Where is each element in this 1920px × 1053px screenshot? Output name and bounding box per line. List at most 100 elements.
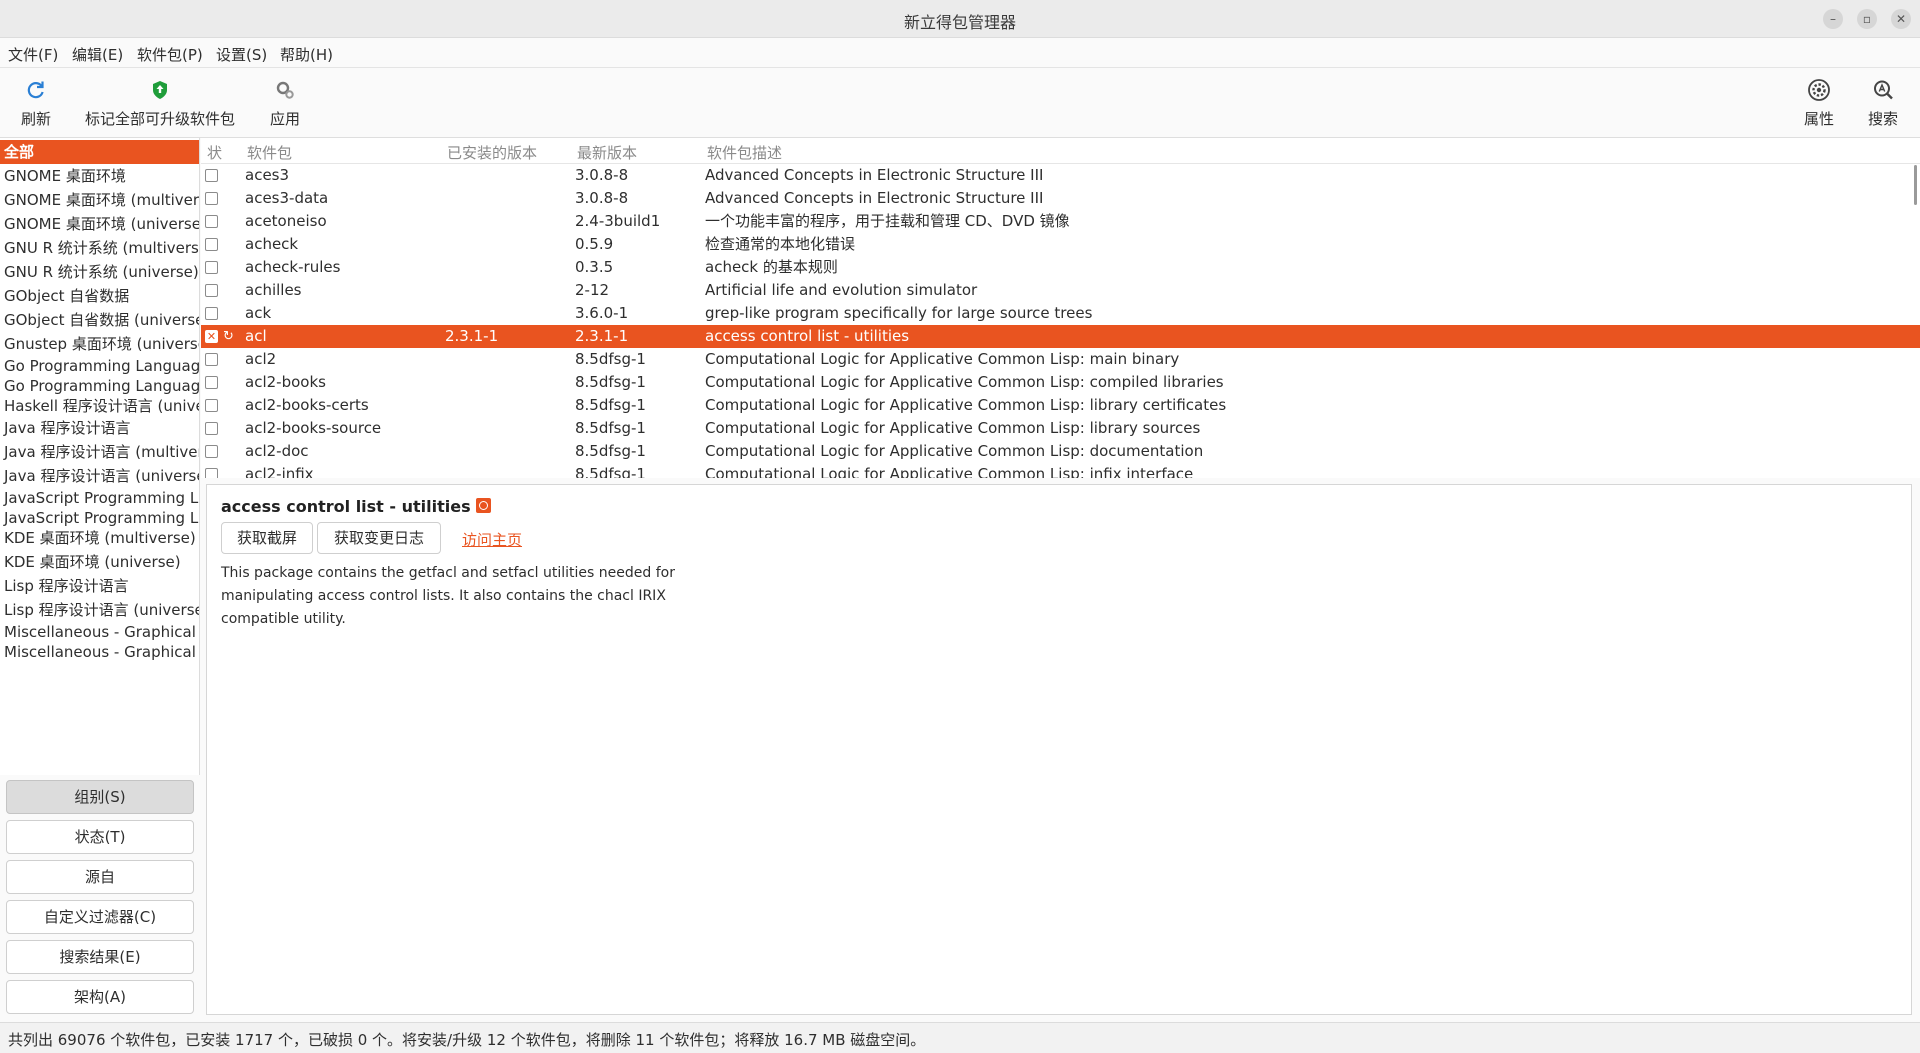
package-checkbox[interactable] [205, 307, 218, 320]
package-description: Computational Logic for Applicative Comm… [705, 419, 1201, 437]
column-latest-version[interactable]: 最新版本 [577, 142, 637, 163]
latest-version: 0.3.5 [575, 258, 614, 276]
package-list-header: 状 软件包 已安装的版本 最新版本 软件包描述 [201, 138, 1920, 164]
package-list: 状 软件包 已安装的版本 最新版本 软件包描述 aces3 3.0.8-8 Adva… [201, 138, 1920, 478]
package-checkbox[interactable] [205, 376, 218, 389]
package-checkbox[interactable]: ✕ [205, 330, 218, 343]
package-row[interactable]: acetoneiso 2.4-3build1 一个功能丰富的程序，用于挂载和管理 C… [201, 210, 1920, 233]
package-description: 一个功能丰富的程序，用于挂载和管理 CD、DVD 镜像 [705, 212, 1070, 230]
section-item[interactable]: GObject 自省数据 (universe) [0, 308, 199, 332]
filter-button[interactable]: 自定义过滤器(C) [6, 900, 194, 934]
mark-all-label: 标记全部可升级软件包 [84, 110, 235, 128]
latest-version: 8.5dfsg-1 [575, 373, 646, 391]
refresh-icon [27, 81, 44, 99]
package-description: 检查通常的本地化错误 [705, 235, 856, 253]
package-checkbox[interactable] [205, 215, 218, 228]
details-description: This package contains the getfacl and se… [221, 565, 675, 627]
filter-button[interactable]: 搜索结果(E) [6, 940, 194, 974]
package-row[interactable]: acl2-books 8.5dfsg-1 Computational Logic f… [201, 371, 1920, 394]
section-item[interactable]: KDE 桌面环境 (universe) [0, 550, 199, 574]
apply-button[interactable]: 应用 [262, 68, 308, 138]
package-checkbox[interactable] [205, 284, 218, 297]
package-row[interactable]: aces3 3.0.8-8 Advanced Concepts in Electro… [201, 164, 1920, 187]
package-row[interactable]: achilles 2-12 Artificial life and evolutio… [201, 279, 1920, 302]
section-item[interactable]: GNU R 统计系统 (multiverse) [0, 236, 199, 260]
section-item[interactable]: GNOME 桌面环境 (multiverse) [0, 188, 199, 212]
section-item[interactable]: Lisp 程序设计语言 [0, 574, 199, 598]
visit-homepage-link[interactable]: 访问主页 [462, 529, 522, 550]
filter-button[interactable]: 状态(T) [6, 820, 194, 854]
section-item[interactable]: Miscellaneous - Graphical (multiverse) [0, 640, 199, 664]
column-description[interactable]: 软件包描述 [707, 142, 782, 163]
mark-all-upgrades-button[interactable]: 标记全部可升级软件包 [84, 68, 236, 138]
package-name: acheck [245, 235, 299, 253]
package-name: acetoneiso [245, 212, 327, 230]
package-description: Artificial life and evolution simulator [705, 281, 978, 299]
settings-gear-icon [1808, 79, 1830, 101]
section-item[interactable]: KDE 桌面环境 (multiverse) [0, 526, 199, 550]
section-item[interactable]: GNOME 桌面环境 [0, 164, 199, 188]
filter-button[interactable]: 组别(S) [6, 780, 194, 814]
latest-version: 3.0.8-8 [575, 166, 629, 184]
package-list-scrollbar[interactable] [1914, 165, 1917, 205]
package-row[interactable]: aces3-data 3.0.8-8 Advanced Concepts in El… [201, 187, 1920, 210]
package-checkbox[interactable] [205, 399, 218, 412]
filter-button[interactable]: 架构(A) [6, 980, 194, 1014]
maximize-button[interactable]: ▫ [1857, 9, 1877, 29]
window-title: 新立得包管理器 [903, 13, 1016, 32]
menu-help[interactable]: 帮助(H) [280, 44, 333, 65]
section-item[interactable]: GNU R 统计系统 (universe) [0, 260, 199, 284]
section-item[interactable]: GObject 自省数据 [0, 284, 199, 308]
package-checkbox[interactable] [205, 261, 218, 274]
section-item[interactable]: Lisp 程序设计语言 (universe) [0, 598, 199, 622]
package-row[interactable]: ✕ ↻ acl 2.3.1-1 2.3.1-1 access control list -… [201, 325, 1920, 348]
latest-version: 0.5.9 [575, 235, 614, 253]
package-row[interactable]: acheck-rules 0.3.5 acheck 的基本规则 [201, 256, 1920, 279]
column-package[interactable]: 软件包 [247, 142, 292, 163]
package-row[interactable]: acl2-doc 8.5dfsg-1 Computational Logic for… [201, 440, 1920, 463]
package-row[interactable]: acl2 8.5dfsg-1 Computational Logic for App… [201, 348, 1920, 371]
package-row[interactable]: acl2-books-certs 8.5dfsg-1 Computational L… [201, 394, 1920, 417]
filter-button[interactable]: 源自 [6, 860, 194, 894]
menu-file[interactable]: 文件(F) [8, 44, 58, 65]
reload-label: 刷新 [20, 110, 51, 128]
reload-button[interactable]: 刷新 [10, 68, 62, 138]
details-title-text: access control list - utilities [221, 497, 471, 516]
section-item[interactable]: Java 程序设计语言 (universe) [0, 464, 199, 488]
reinstall-status-icon: ↻ [223, 329, 234, 344]
section-item[interactable]: GNOME 桌面环境 (universe) [0, 212, 199, 236]
get-screenshot-button[interactable]: 获取截屏 [221, 522, 313, 554]
latest-version: 2-12 [575, 281, 610, 299]
close-button[interactable]: ✕ [1891, 9, 1911, 29]
menu-edit[interactable]: 编辑(E) [72, 44, 123, 65]
package-row[interactable]: ack 3.6.0-1 grep-like program specifically… [201, 302, 1920, 325]
column-installed-version[interactable]: 已安装的版本 [447, 142, 537, 163]
section-item[interactable]: Java 程序设计语言 (multiverse) [0, 440, 199, 464]
search-button[interactable]: 搜索 [1860, 68, 1906, 138]
minimize-button[interactable]: – [1823, 9, 1843, 29]
menu-package[interactable]: 软件包(P) [137, 44, 203, 65]
package-checkbox[interactable] [205, 445, 218, 458]
menu-settings[interactable]: 设置(S) [216, 44, 267, 65]
section-item[interactable]: Gnustep 桌面环境 (universe) [0, 332, 199, 356]
latest-version: 8.5dfsg-1 [575, 465, 646, 478]
section-item[interactable]: Java 程序设计语言 [0, 416, 199, 440]
properties-button[interactable]: 属性 [1796, 68, 1842, 138]
package-checkbox[interactable] [205, 192, 218, 205]
section-item[interactable]: Haskell 程序设计语言 (universe) [0, 394, 199, 418]
get-changelog-button[interactable]: 获取变更日志 [317, 522, 441, 554]
section-item[interactable]: 全部 [0, 140, 199, 164]
package-checkbox[interactable] [205, 169, 218, 182]
package-name: acl2-doc [245, 442, 309, 460]
package-row[interactable]: acl2-books-source 8.5dfsg-1 Computational … [201, 417, 1920, 440]
package-checkbox[interactable] [205, 238, 218, 251]
package-name: acl2-books-certs [245, 396, 369, 414]
package-row[interactable]: acheck 0.5.9 检查通常的本地化错误 [201, 233, 1920, 256]
package-row[interactable]: acl2-infix 8.5dfsg-1 Computational Logic f… [201, 463, 1920, 478]
package-checkbox[interactable] [205, 422, 218, 435]
package-checkbox[interactable] [205, 468, 218, 478]
package-checkbox[interactable] [205, 353, 218, 366]
column-status[interactable]: 状 [207, 142, 222, 163]
title-bar: 新立得包管理器 – ▫ ✕ [0, 0, 1920, 38]
latest-version: 8.5dfsg-1 [575, 350, 646, 368]
